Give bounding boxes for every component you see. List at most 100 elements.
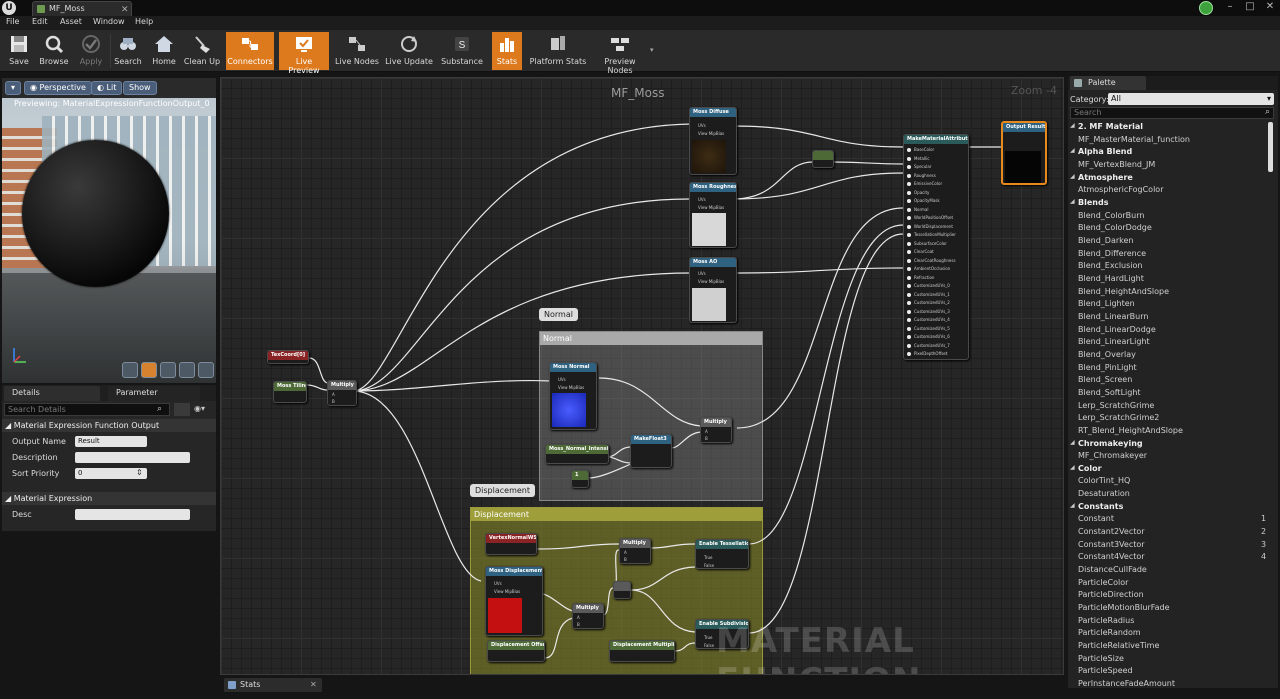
expand-arrow-icon[interactable]: ◢: [1070, 147, 1075, 154]
save-button[interactable]: Save: [4, 32, 34, 70]
pin-socket[interactable]: [907, 156, 911, 161]
lit-button[interactable]: ◐ Lit: [91, 81, 123, 95]
palette-item[interactable]: Blend_HeightAndSlope: [1078, 287, 1169, 296]
palette-item[interactable]: Constant2Vector: [1078, 527, 1145, 536]
live-preview-button[interactable]: Live Preview: [279, 32, 329, 75]
expand-arrow-icon[interactable]: ◢: [1070, 439, 1075, 446]
palette-item[interactable]: Blend_Darken: [1078, 236, 1133, 245]
node-make-material-attributes[interactable]: MakeMaterialAttributes BaseColor Metallic…: [903, 134, 969, 360]
palette-item[interactable]: Blend_Difference: [1078, 249, 1146, 258]
palette-item[interactable]: Blend_Exclusion: [1078, 261, 1142, 270]
live-nodes-button[interactable]: Live Nodes: [334, 32, 380, 70]
perspective-button[interactable]: ◉ Perspective: [24, 81, 92, 95]
node-enable-tessellation[interactable]: Enable Tessellation True False: [695, 539, 749, 569]
menu-file[interactable]: File: [6, 17, 19, 26]
palette-category[interactable]: Color: [1078, 464, 1102, 473]
clean-up-button[interactable]: Clean Up: [183, 32, 221, 70]
pin-socket[interactable]: [907, 250, 911, 254]
node-moss-roughness[interactable]: Moss Roughness UVs View MipBias: [689, 182, 737, 248]
description-input[interactable]: [75, 452, 190, 463]
palette-item[interactable]: ParticleSize: [1078, 654, 1124, 663]
palette-category[interactable]: Atmosphere: [1078, 173, 1133, 182]
pin-socket[interactable]: [907, 182, 911, 186]
palette-item[interactable]: Constant4Vector: [1078, 552, 1145, 561]
node-vertex-normal[interactable]: VertexNormalWS: [485, 533, 537, 555]
palette-item[interactable]: Blend_SoftLight: [1078, 388, 1141, 397]
close-window-icon[interactable]: ✕: [1260, 0, 1280, 14]
node-multiply-uv[interactable]: Multiply A B: [327, 380, 357, 406]
material-preview-viewport[interactable]: Previewing: MaterialExpressionFunctionOu…: [2, 98, 216, 383]
node-multiply-normal[interactable]: Multiply A B: [700, 417, 732, 443]
show-button[interactable]: Show: [123, 81, 157, 95]
palette-item[interactable]: AtmosphericFogColor: [1078, 185, 1163, 194]
palette-category[interactable]: 2. MF Material: [1078, 122, 1143, 131]
cylinder-shape-icon[interactable]: [122, 362, 138, 378]
expand-arrow-icon[interactable]: ◢: [1070, 464, 1075, 471]
unreal-logo-icon[interactable]: U: [2, 1, 16, 15]
palette-item[interactable]: ParticleRandom: [1078, 628, 1141, 637]
pin-socket[interactable]: [907, 292, 911, 297]
node-moss-normal[interactable]: Moss Normal UVs View MipBias: [549, 362, 597, 430]
pin-socket[interactable]: [907, 301, 911, 305]
pin-socket[interactable]: [907, 173, 911, 178]
palette-item[interactable]: Blend_Screen: [1078, 375, 1132, 384]
category-select[interactable]: All ▾: [1108, 93, 1274, 105]
tab-stats[interactable]: Stats ✕: [224, 678, 322, 692]
pin-socket[interactable]: [907, 190, 911, 195]
menu-window[interactable]: Window: [93, 17, 125, 26]
pin-socket[interactable]: [907, 199, 911, 203]
platform-stats-button[interactable]: Platform Stats: [528, 32, 588, 70]
palette-item[interactable]: Blend_ColorDodge: [1078, 223, 1152, 232]
tab-details[interactable]: Details: [4, 386, 100, 401]
pin-socket[interactable]: [907, 258, 911, 263]
palette-item[interactable]: ColorTint_HQ: [1078, 476, 1130, 485]
palette-item[interactable]: ParticleSpeed: [1078, 666, 1133, 675]
preview-nodes-button[interactable]: Preview Nodes: [592, 32, 648, 75]
palette-item[interactable]: MF_Chromakeyer: [1078, 451, 1147, 460]
node-moss-tiling[interactable]: Moss Tiling: [273, 381, 307, 403]
node-texcoord[interactable]: TexCoord[0]: [267, 350, 309, 364]
expand-arrow-icon[interactable]: ◢: [1070, 502, 1075, 509]
tab-parameter-defaults[interactable]: Parameter Defaults: [108, 386, 200, 411]
pin-socket[interactable]: [907, 148, 911, 152]
palette-item[interactable]: RT_Blend_HeightAndSlope: [1078, 426, 1183, 435]
palette-scrollbar[interactable]: [1268, 122, 1273, 172]
pin-socket[interactable]: [907, 335, 911, 339]
expand-arrow-icon[interactable]: ◢: [1070, 122, 1075, 129]
pin-socket[interactable]: [907, 352, 911, 356]
palette-item[interactable]: Desaturation: [1078, 489, 1130, 498]
palette-category[interactable]: Constants: [1078, 502, 1123, 511]
palette-item[interactable]: ParticleColor: [1078, 578, 1128, 587]
search-button[interactable]: Search: [112, 32, 144, 70]
browse-button[interactable]: Browse: [38, 32, 70, 70]
apply-button[interactable]: Apply: [76, 32, 106, 70]
toolbar-overflow-icon[interactable]: ▾: [650, 46, 654, 54]
node-displacement-multiplier[interactable]: Displacement Multiplier: [609, 640, 675, 662]
palette-item[interactable]: DistanceCullFade: [1078, 565, 1147, 574]
palette-item[interactable]: Blend_PinLight: [1078, 363, 1137, 372]
menu-edit[interactable]: Edit: [32, 17, 48, 26]
node-displacement-offset[interactable]: Displacement Offset: [487, 640, 545, 662]
sphere-shape-icon[interactable]: [141, 362, 157, 378]
tab-palette[interactable]: Palette: [1070, 76, 1146, 90]
document-tab[interactable]: MF_Moss ✕: [32, 1, 132, 16]
pin-socket[interactable]: [907, 309, 911, 314]
spin-drag-icon[interactable]: ⇕: [136, 468, 143, 477]
pin-socket[interactable]: [907, 326, 911, 331]
menu-help[interactable]: Help: [135, 17, 153, 26]
substance-button[interactable]: S Substance: [439, 32, 485, 70]
palette-item[interactable]: Blend_LinearDodge: [1078, 325, 1156, 334]
palette-item[interactable]: MF_VertexBlend_JM: [1078, 160, 1155, 169]
node-moss-diffuse[interactable]: Moss Diffuse UVs View MipBias: [689, 107, 737, 175]
menu-asset[interactable]: Asset: [60, 17, 82, 26]
palette-item[interactable]: ParticleMotionBlurFade: [1078, 603, 1170, 612]
node-moss-displacement[interactable]: Moss Displacement UVs View MipBias: [485, 566, 543, 636]
node-constant-specular[interactable]: [812, 150, 834, 168]
node-makefloat3[interactable]: MakeFloat3: [630, 434, 672, 468]
pin-socket[interactable]: [907, 216, 911, 220]
live-update-button[interactable]: Live Update: [385, 32, 433, 70]
palette-item[interactable]: Blend_Lighten: [1078, 299, 1135, 308]
palette-item[interactable]: ParticleRadius: [1078, 616, 1134, 625]
cube-shape-icon[interactable]: [179, 362, 195, 378]
property-matrix-icon[interactable]: [174, 403, 190, 416]
